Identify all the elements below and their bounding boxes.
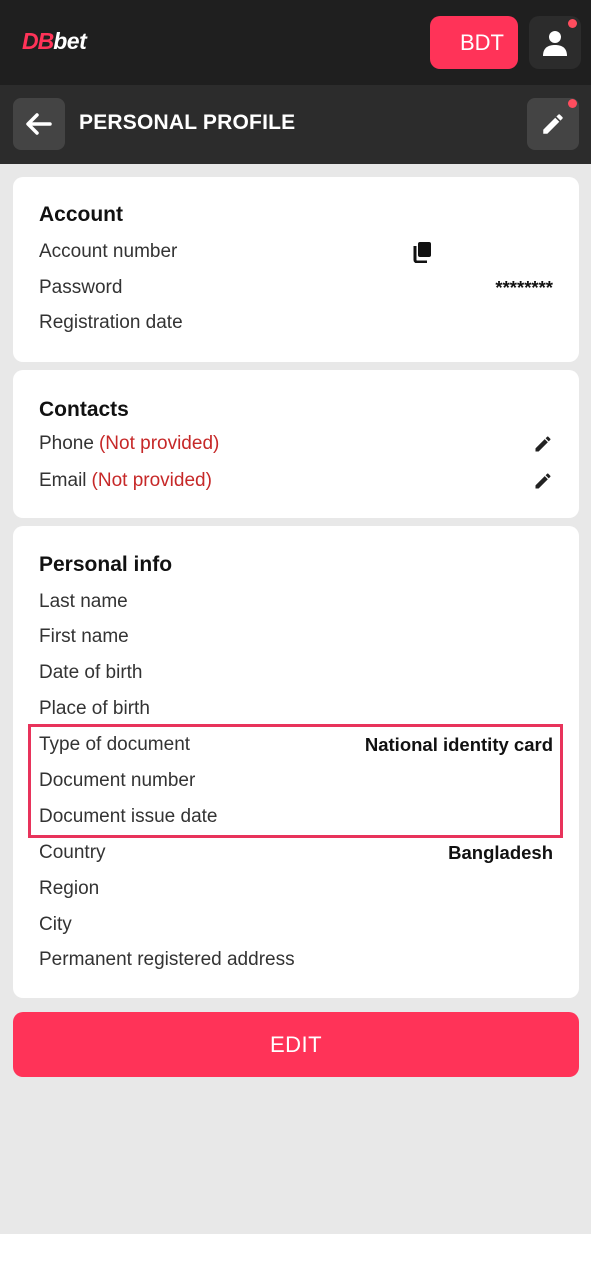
permanent-address-label: Permanent registered address bbox=[39, 949, 295, 970]
user-icon bbox=[543, 30, 567, 56]
last-name-row: Last name bbox=[39, 588, 553, 616]
user-menu-button[interactable] bbox=[529, 16, 581, 69]
registration-date-row: Registration date bbox=[39, 309, 553, 337]
account-section-title: Account bbox=[39, 203, 123, 226]
country-row: Country Bangladesh bbox=[39, 839, 553, 867]
permanent-address-row: Permanent registered address bbox=[39, 946, 553, 974]
currency-button[interactable]: BDT bbox=[430, 16, 518, 69]
pencil-icon bbox=[535, 473, 551, 489]
date-of-birth-row: Date of birth bbox=[39, 659, 553, 687]
first-name-label: First name bbox=[39, 626, 129, 647]
country-label: Country bbox=[39, 842, 106, 863]
page-title: PERSONAL PROFILE bbox=[79, 111, 296, 134]
personal-info-section-title: Personal info bbox=[39, 553, 173, 576]
notification-dot bbox=[568, 99, 577, 108]
copy-icon[interactable] bbox=[413, 241, 433, 269]
back-button[interactable] bbox=[13, 98, 65, 150]
account-number-label: Account number bbox=[39, 241, 178, 262]
edit-phone-button[interactable] bbox=[533, 434, 553, 454]
logo-suffix: bet bbox=[53, 27, 87, 54]
email-label: Email bbox=[39, 470, 87, 491]
first-name-row: First name bbox=[39, 623, 553, 651]
edit-email-button[interactable] bbox=[533, 471, 553, 491]
place-of-birth-row: Place of birth bbox=[39, 695, 553, 723]
email-row: Email (Not provided) bbox=[39, 467, 553, 495]
city-label: City bbox=[39, 914, 72, 935]
top-bar: DB bet BDT bbox=[0, 0, 591, 85]
last-name-label: Last name bbox=[39, 591, 128, 612]
phone-row: Phone (Not provided) bbox=[39, 430, 553, 458]
account-card: Account Account number Password ********… bbox=[13, 177, 579, 362]
password-label: Password bbox=[39, 277, 123, 298]
account-number-row: Account number bbox=[39, 238, 553, 266]
contacts-card: Contacts Phone (Not provided) Email (Not… bbox=[13, 370, 579, 518]
arrow-left-icon bbox=[26, 113, 52, 135]
phone-status: (Not provided) bbox=[98, 433, 220, 454]
logo-prefix: DB bbox=[22, 27, 54, 54]
pencil-icon bbox=[535, 436, 551, 452]
password-value: ******** bbox=[495, 277, 553, 298]
region-label: Region bbox=[39, 878, 100, 899]
country-value: Bangladesh bbox=[448, 842, 553, 863]
region-row: Region bbox=[39, 875, 553, 903]
dbbet-logo[interactable]: DB bet bbox=[22, 27, 87, 54]
registration-date-label: Registration date bbox=[39, 312, 183, 333]
notification-dot bbox=[568, 19, 577, 28]
contacts-section-title: Contacts bbox=[39, 398, 129, 421]
document-fields-highlight bbox=[28, 724, 563, 838]
edit-profile-icon-button[interactable] bbox=[527, 98, 579, 150]
page-header: PERSONAL PROFILE bbox=[0, 85, 591, 164]
edit-button[interactable]: EDIT bbox=[13, 1012, 579, 1077]
date-of-birth-label: Date of birth bbox=[39, 662, 143, 683]
password-row: Password ******** bbox=[39, 274, 553, 302]
phone-label: Phone bbox=[39, 433, 94, 454]
place-of-birth-label: Place of birth bbox=[39, 698, 150, 719]
pencil-icon bbox=[543, 114, 563, 134]
city-row: City bbox=[39, 911, 553, 939]
email-status: (Not provided) bbox=[91, 470, 212, 491]
